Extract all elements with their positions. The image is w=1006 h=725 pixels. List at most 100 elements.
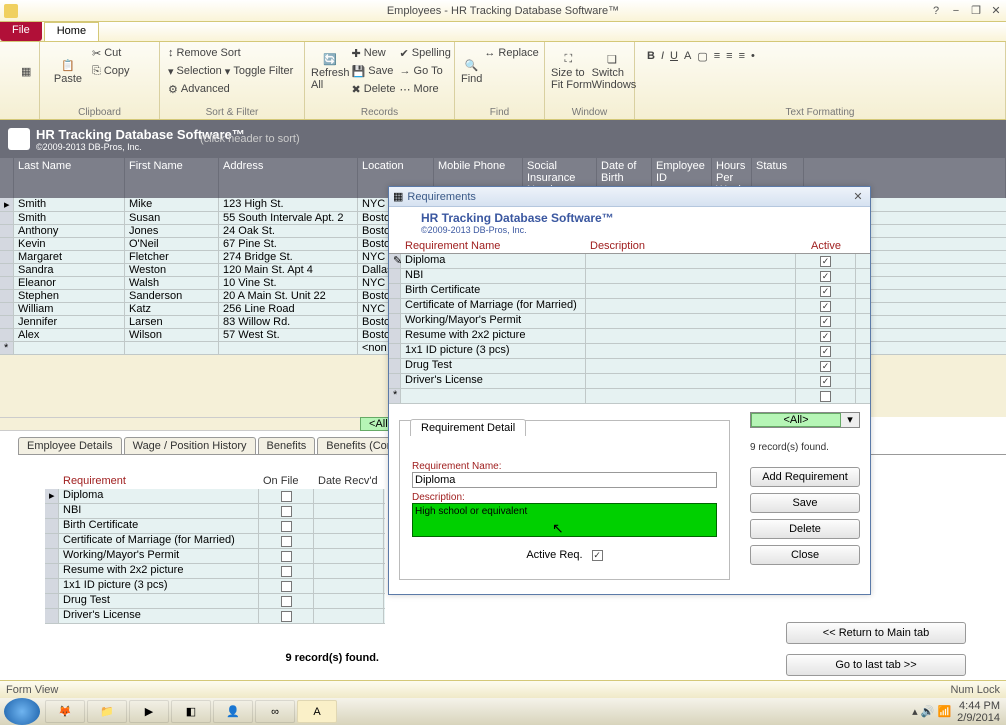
highlight-button[interactable]: ▢ <box>697 50 707 63</box>
close-icon[interactable]: ✕ <box>986 3 1006 19</box>
start-button[interactable] <box>4 698 40 725</box>
window-title: Employees - HR Tracking Database Softwar… <box>387 5 619 17</box>
ribbon: ▦ 📋Paste ✂Cut ⎘Copy Clipboard ↕Remove So… <box>0 42 1006 120</box>
cut-button[interactable]: ✂Cut <box>90 44 132 62</box>
active-checkbox[interactable] <box>820 391 831 402</box>
align-left-button[interactable]: ≡ <box>714 50 720 63</box>
req-col-onfile: On File <box>259 473 314 489</box>
popup-delete-button[interactable]: Delete <box>750 519 860 539</box>
tray-icons[interactable]: ▴ 🔊 📶 <box>912 705 951 718</box>
minimize-icon[interactable]: − <box>946 3 966 19</box>
spelling-button[interactable]: ✔Spelling <box>398 44 453 62</box>
app-logo <box>8 128 30 150</box>
popup-records-found: 9 record(s) found. <box>750 442 860 453</box>
tab-wage-position-history[interactable]: Wage / Position History <box>124 437 256 454</box>
taskbar-firefox[interactable]: 🦊 <box>45 700 85 723</box>
list-item[interactable]: Working/Mayor's Permit <box>389 314 870 329</box>
italic-button[interactable]: I <box>661 50 664 63</box>
underline-button[interactable]: U <box>670 50 678 63</box>
refresh-button[interactable]: 🔄Refresh All <box>311 44 350 99</box>
detail-tab[interactable]: Requirement Detail <box>410 419 526 436</box>
popup-logo <box>397 214 415 232</box>
req-col-date: Date Recv'd <box>314 473 384 489</box>
tab-employee-details[interactable]: Employee Details <box>18 437 122 454</box>
popup-close-icon[interactable]: ✕ <box>850 190 866 203</box>
switch-button[interactable]: ❏Switch Windows <box>592 44 636 99</box>
bullets-button[interactable]: • <box>751 50 755 63</box>
add-requirement-button[interactable]: Add Requirement <box>750 467 860 487</box>
req-col-name: Requirement <box>59 473 259 489</box>
list-item[interactable]: Driver's License <box>45 609 385 624</box>
taskbar-access[interactable]: A <box>297 700 337 723</box>
list-item[interactable]: Birth Certificate <box>389 284 870 299</box>
restore-icon[interactable]: ❐ <box>966 3 986 19</box>
col-address[interactable]: Address <box>219 158 358 198</box>
help-icon[interactable]: ? <box>926 3 946 19</box>
col-first[interactable]: First Name <box>125 158 219 198</box>
window-titlebar: Employees - HR Tracking Database Softwar… <box>0 0 1006 22</box>
taskbar-app3[interactable]: ∞ <box>255 700 295 723</box>
list-item[interactable]: Driver's License <box>389 374 870 389</box>
list-item[interactable]: NBI <box>45 504 385 519</box>
ribbon-tabs: File Home <box>0 22 1006 42</box>
replace-button[interactable]: ↔Replace <box>482 44 540 62</box>
list-item[interactable]: Drug Test <box>45 594 385 609</box>
active-req-checkbox[interactable] <box>592 550 603 561</box>
list-item[interactable]: NBI <box>389 269 870 284</box>
status-left: Form View <box>6 684 58 696</box>
list-item[interactable]: Certificate of Marriage (for Married) <box>45 534 385 549</box>
goto-button[interactable]: →Go To <box>398 62 453 80</box>
list-item[interactable]: ✎Diploma <box>389 254 870 269</box>
list-item[interactable]: Birth Certificate <box>45 519 385 534</box>
align-right-button[interactable]: ≡ <box>739 50 745 63</box>
chevron-down-icon[interactable]: ▾ <box>841 413 859 427</box>
paste-button[interactable]: 📋Paste <box>46 44 90 99</box>
list-item[interactable]: Resume with 2x2 picture <box>389 329 870 344</box>
more-button[interactable]: ⋯More <box>398 80 453 98</box>
popup-brand: HR Tracking Database Software™ <box>421 211 614 225</box>
list-item[interactable]: Certificate of Marriage (for Married) <box>389 299 870 314</box>
save-button[interactable]: 💾Save <box>350 62 398 80</box>
taskbar-explorer[interactable]: 📁 <box>87 700 127 723</box>
popup-col-desc: Description <box>586 239 796 253</box>
list-item[interactable]: Resume with 2x2 picture <box>45 564 385 579</box>
tab-benefits[interactable]: Benefits <box>258 437 316 454</box>
popup-new-row[interactable]: * <box>389 389 870 404</box>
new-button[interactable]: ✚New <box>350 44 398 62</box>
list-item[interactable]: ▸Diploma <box>45 489 385 504</box>
return-main-button[interactable]: << Return to Main tab <box>786 622 966 644</box>
font-color-button[interactable]: A <box>684 50 691 63</box>
popup-form-icon: ▦ <box>393 190 403 203</box>
app-icon <box>4 4 18 18</box>
remove-sort-button[interactable]: ↕Remove Sort <box>166 44 298 62</box>
copy-button[interactable]: ⎘Copy <box>90 62 132 80</box>
status-bar: Form View Num Lock <box>0 680 1006 698</box>
popup-close-button[interactable]: Close <box>750 545 860 565</box>
taskbar-app2[interactable]: 👤 <box>213 700 253 723</box>
col-last[interactable]: Last Name <box>14 158 125 198</box>
active-req-label: Active Req. <box>526 549 582 561</box>
status-right: Num Lock <box>950 684 1000 696</box>
list-item[interactable]: Working/Mayor's Permit <box>45 549 385 564</box>
popup-all-button[interactable]: <All> <box>751 413 841 427</box>
file-tab[interactable]: File <box>0 22 42 41</box>
bold-button[interactable]: B <box>647 50 655 63</box>
size-button[interactable]: ⛶Size to Fit Form <box>551 44 592 99</box>
requirement-name-input[interactable] <box>412 472 717 488</box>
find-button[interactable]: 🔍Find <box>461 44 482 99</box>
taskbar-media[interactable]: ▶ <box>129 700 169 723</box>
popup-save-button[interactable]: Save <box>750 493 860 513</box>
taskbar-app1[interactable]: ◧ <box>171 700 211 723</box>
popup-col-name: Requirement Name <box>401 239 586 253</box>
delete-button[interactable]: ✖Delete <box>350 80 398 98</box>
selection-button[interactable]: ▾Selection▾Toggle Filter <box>166 62 298 80</box>
advanced-button[interactable]: ⚙Advanced <box>166 80 298 98</box>
textformat-label: Text Formatting <box>635 107 1005 118</box>
list-item[interactable]: Drug Test <box>389 359 870 374</box>
home-tab[interactable]: Home <box>44 22 99 41</box>
goto-last-button[interactable]: Go to last tab >> <box>786 654 966 676</box>
description-input[interactable]: High school or equivalent <box>412 503 717 537</box>
align-center-button[interactable]: ≡ <box>726 50 732 63</box>
list-item[interactable]: 1x1 ID picture (3 pcs) <box>45 579 385 594</box>
list-item[interactable]: 1x1 ID picture (3 pcs) <box>389 344 870 359</box>
